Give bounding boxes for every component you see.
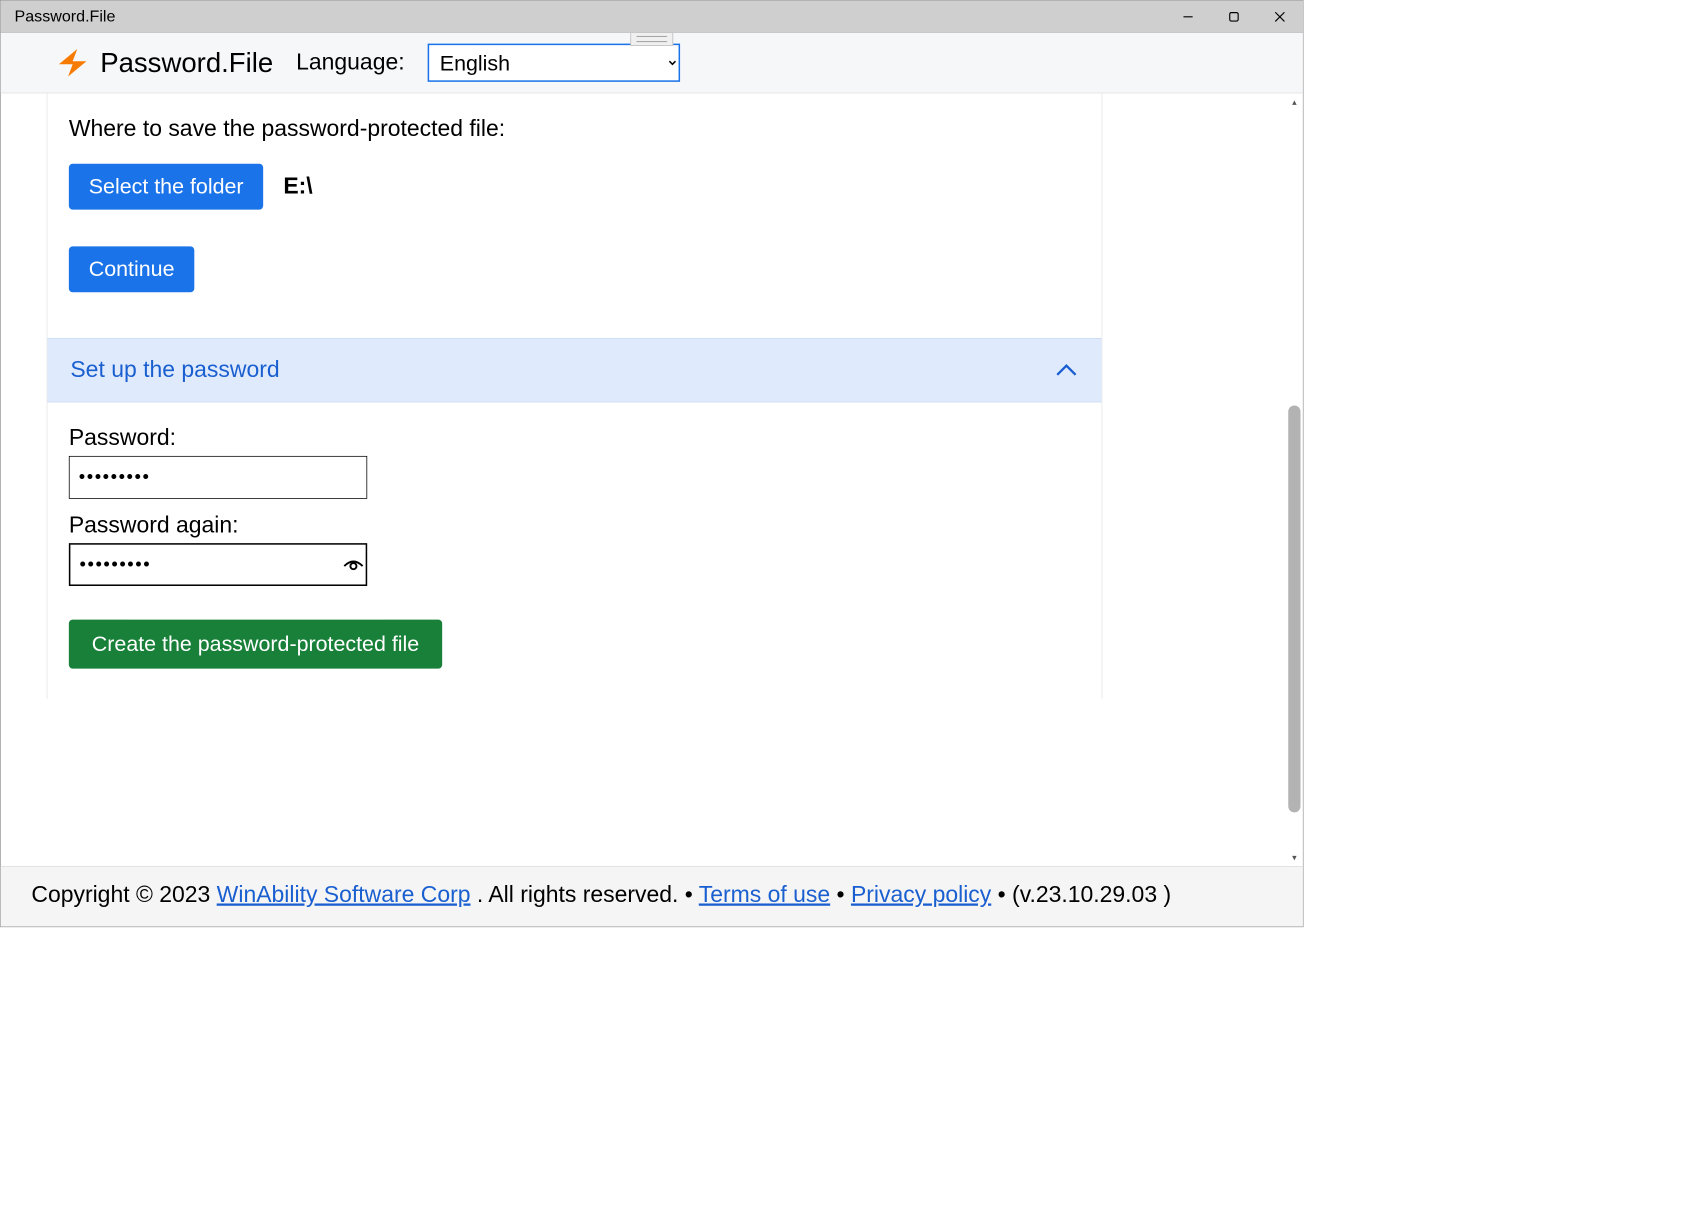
- main-panel: Where to save the password-protected fil…: [47, 93, 1103, 699]
- chevron-up-icon: [1054, 363, 1078, 378]
- minimize-icon: [1183, 11, 1194, 22]
- titlebar: Password.File: [1, 1, 1303, 33]
- eye-icon[interactable]: [341, 552, 365, 576]
- accordion-setup-password[interactable]: Set up the password: [47, 338, 1101, 402]
- password-input[interactable]: [69, 456, 367, 499]
- terms-link[interactable]: Terms of use: [699, 882, 830, 907]
- drag-handle[interactable]: [630, 32, 673, 46]
- content-area: Where to save the password-protected fil…: [1, 93, 1303, 866]
- version-text: • (v.23.10.29.03 ): [998, 882, 1171, 907]
- password-again-label: Password again:: [69, 513, 1080, 539]
- titlebar-buttons: [1165, 1, 1303, 32]
- create-file-button[interactable]: Create the password-protected file: [69, 620, 442, 669]
- company-link[interactable]: WinAbility Software Corp: [217, 882, 471, 907]
- password-label: Password:: [69, 425, 1080, 451]
- content-scroll: Where to save the password-protected fil…: [1, 93, 1303, 866]
- scroll-track[interactable]: [1286, 110, 1303, 849]
- selected-path: E:\: [283, 174, 312, 200]
- maximize-icon: [1229, 11, 1240, 22]
- password-section: Password: Password again: Create the pas…: [47, 402, 1101, 699]
- save-location-prompt: Where to save the password-protected fil…: [69, 116, 1080, 142]
- copyright-prefix: Copyright © 2023: [31, 882, 216, 907]
- password-again-input[interactable]: [69, 543, 367, 586]
- language-label: Language:: [296, 50, 404, 76]
- select-folder-button[interactable]: Select the folder: [69, 164, 264, 210]
- app-logo-icon: [54, 44, 91, 81]
- scroll-thumb[interactable]: [1288, 406, 1300, 812]
- scroll-up-arrow[interactable]: ▴: [1286, 93, 1303, 110]
- app-header: Password.File Language: English: [1, 33, 1303, 93]
- save-location-section: Where to save the password-protected fil…: [47, 93, 1101, 338]
- window-title: Password.File: [15, 7, 116, 25]
- sep2: •: [837, 882, 851, 907]
- vertical-scrollbar[interactable]: ▴ ▾: [1286, 93, 1303, 866]
- language-select[interactable]: English: [428, 44, 680, 82]
- footer: Copyright © 2023 WinAbility Software Cor…: [1, 866, 1303, 926]
- minimize-button[interactable]: [1165, 1, 1211, 32]
- window-frame: Password.File Password.File Language: En…: [0, 0, 1304, 927]
- scroll-down-arrow[interactable]: ▾: [1286, 849, 1303, 866]
- continue-button[interactable]: Continue: [69, 246, 195, 292]
- maximize-button[interactable]: [1211, 1, 1257, 32]
- privacy-link[interactable]: Privacy policy: [851, 882, 991, 907]
- accordion-title: Set up the password: [70, 357, 279, 383]
- close-button[interactable]: [1257, 1, 1303, 32]
- close-icon: [1274, 10, 1286, 22]
- app-title: Password.File: [100, 47, 273, 79]
- rights-text: . All rights reserved.: [477, 882, 685, 907]
- logo-row: Password.File: [54, 44, 273, 81]
- sep1: •: [685, 882, 699, 907]
